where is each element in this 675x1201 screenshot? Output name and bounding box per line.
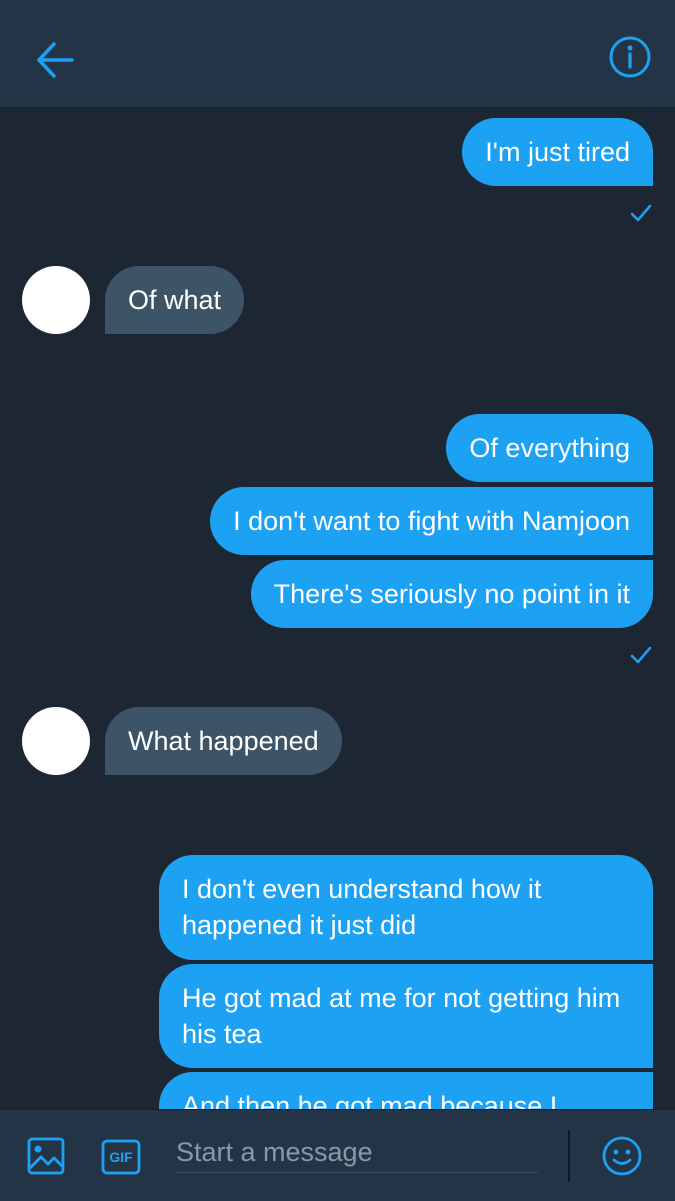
sent-check-icon	[630, 646, 652, 664]
message-input[interactable]	[176, 1132, 538, 1173]
outgoing-message-bubble[interactable]: I don't want to fight with Namjoon	[210, 487, 653, 555]
conversation-header	[0, 0, 675, 108]
back-button[interactable]	[28, 32, 84, 88]
message-thread[interactable]: I'm just tired Of what Of everything I d…	[0, 108, 675, 1109]
composer-divider	[568, 1130, 570, 1182]
conversation-info-button[interactable]	[603, 30, 657, 84]
image-icon	[27, 1137, 65, 1175]
outgoing-message-bubble[interactable]: There's seriously no point in it	[250, 560, 653, 628]
contact-avatar[interactable]	[22, 266, 90, 334]
arrow-left-icon	[37, 42, 74, 78]
outgoing-message-bubble[interactable]: I don't even understand how it happened …	[159, 855, 653, 960]
outgoing-message-bubble[interactable]: And then he got mad because I	[159, 1072, 653, 1109]
gif-label: GIF	[109, 1149, 133, 1165]
outgoing-message-bubble[interactable]: He got mad at me for not getting him his…	[159, 964, 653, 1068]
add-gif-button[interactable]: GIF	[101, 1139, 141, 1175]
outgoing-message-bubble[interactable]: I'm just tired	[462, 118, 653, 186]
sent-check-icon	[630, 204, 652, 222]
outgoing-message-bubble[interactable]: Of everything	[446, 414, 653, 482]
emoji-button[interactable]	[601, 1135, 643, 1177]
incoming-message-bubble[interactable]: What happened	[105, 707, 342, 775]
add-image-button[interactable]	[26, 1136, 66, 1176]
info-icon	[609, 36, 651, 78]
incoming-message-bubble[interactable]: Of what	[105, 266, 245, 334]
message-composer: GIF	[0, 1109, 675, 1201]
emoji-icon	[602, 1136, 642, 1176]
contact-avatar[interactable]	[22, 707, 90, 775]
